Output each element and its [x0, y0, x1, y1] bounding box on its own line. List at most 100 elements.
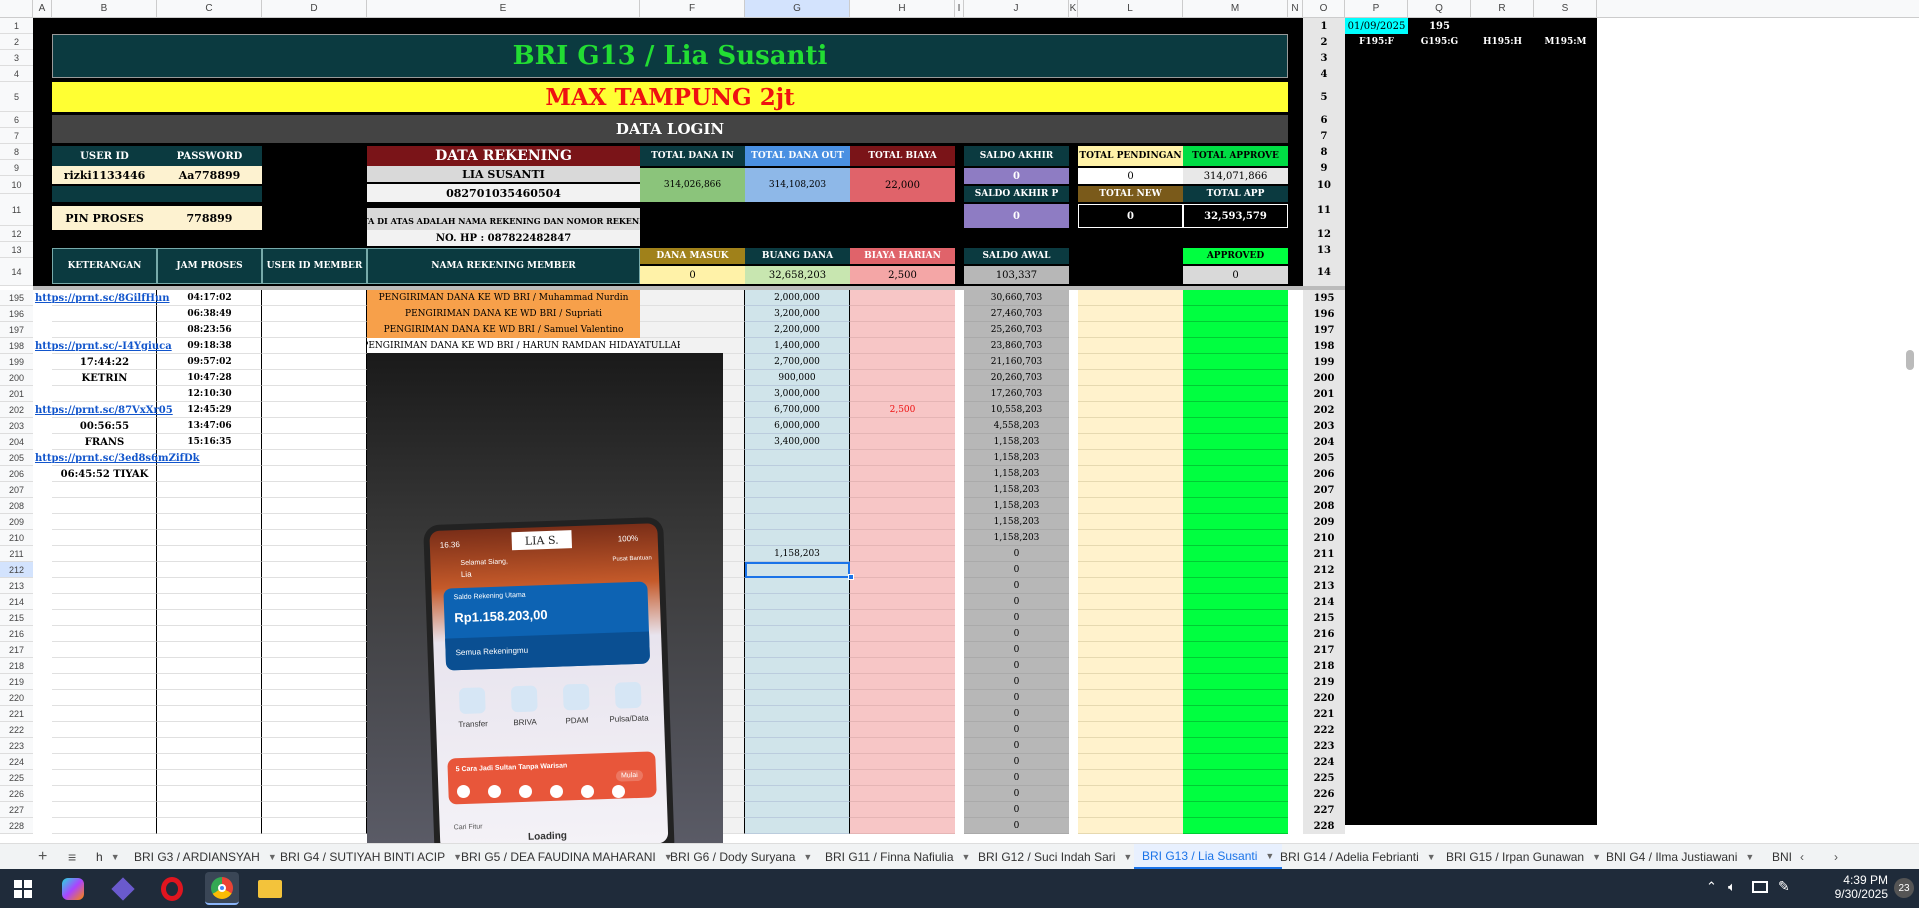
nama-rekening-cell[interactable]: PENGIRIMAN DANA KE WD BRI / Muhammad Nur…	[367, 290, 640, 306]
cell[interactable]	[262, 562, 367, 578]
biaya-harian-cell[interactable]	[850, 354, 955, 370]
saldo-cell[interactable]: 0	[964, 610, 1069, 626]
approve-cell[interactable]	[1183, 290, 1288, 306]
column-header-P[interactable]: P	[1345, 0, 1408, 18]
rekening-name[interactable]: LIA SUSANTI	[367, 166, 640, 182]
cell[interactable]	[262, 738, 367, 754]
pending-cell[interactable]	[1078, 642, 1183, 658]
row-header[interactable]: 228	[0, 818, 33, 834]
row-header[interactable]: 14	[0, 258, 33, 286]
saldo-cell[interactable]: 0	[964, 546, 1069, 562]
notification-badge[interactable]: 23	[1894, 878, 1914, 898]
column-header-J[interactable]: J	[964, 0, 1069, 18]
network-icon[interactable]	[1752, 881, 1768, 893]
approve-cell[interactable]	[1183, 738, 1288, 754]
saldo-cell[interactable]: 1,158,203	[964, 530, 1069, 546]
biaya-harian-cell[interactable]	[850, 738, 955, 754]
blank[interactable]	[157, 186, 262, 202]
biaya-harian-cell[interactable]	[850, 530, 955, 546]
row-header[interactable]: 213	[0, 578, 33, 594]
approve-cell[interactable]	[1183, 802, 1288, 818]
buang-dana-cell[interactable]	[745, 482, 850, 498]
jam-proses-cell[interactable]	[157, 818, 262, 834]
jam-proses-cell[interactable]	[157, 482, 262, 498]
keterangan-cell[interactable]	[52, 322, 157, 338]
saldo-awal-label[interactable]: SALDO AWAL	[964, 248, 1069, 264]
jam-proses-cell[interactable]	[157, 690, 262, 706]
buang-dana-cell[interactable]	[745, 514, 850, 530]
saldo-cell[interactable]: 0	[964, 706, 1069, 722]
pending-cell[interactable]	[1078, 738, 1183, 754]
keterangan-cell[interactable]	[52, 482, 157, 498]
row-header[interactable]: 214	[0, 594, 33, 610]
jam-proses-cell[interactable]	[157, 546, 262, 562]
pending-cell[interactable]	[1078, 658, 1183, 674]
approve-cell[interactable]	[1183, 498, 1288, 514]
nama-rekening-header[interactable]: NAMA REKENING MEMBER	[367, 248, 640, 284]
approve-cell[interactable]	[1183, 818, 1288, 834]
sheet-tab[interactable]: BNI	[1772, 844, 1792, 870]
sheet-tab-label[interactable]: BRI G11 / Finna Nafiulia	[825, 850, 954, 864]
buang-dana-cell[interactable]	[745, 770, 850, 786]
buang-dana-cell[interactable]	[745, 754, 850, 770]
saldo-cell[interactable]: 0	[964, 626, 1069, 642]
row-header[interactable]: 225	[0, 770, 33, 786]
jam-proses-cell[interactable]: 08:23:56	[157, 322, 262, 338]
approve-cell[interactable]	[1183, 354, 1288, 370]
pending-cell[interactable]	[1078, 802, 1183, 818]
pending-cell[interactable]	[1078, 370, 1183, 386]
row-header[interactable]: 222	[0, 722, 33, 738]
cell[interactable]	[262, 658, 367, 674]
pending-cell[interactable]	[1078, 706, 1183, 722]
sheet-tab[interactable]: BRI G4 / SUTIYAH BINTI ACIP ▼	[280, 844, 462, 870]
speaker-icon[interactable]: 🔈︎	[1728, 879, 1736, 895]
keterangan-cell[interactable]: 00:56:55	[52, 418, 157, 434]
jam-proses-cell[interactable]: 09:57:02	[157, 354, 262, 370]
sheet-tab-label[interactable]: BRI G13 / Lia Susanti	[1142, 849, 1257, 863]
keterangan-cell[interactable]: 17:44:22	[52, 354, 157, 370]
approve-cell[interactable]	[1183, 482, 1288, 498]
approve-cell[interactable]	[1183, 706, 1288, 722]
nama-rekening-cell[interactable]: PENGIRIMAN DANA KE WD BRI / Samuel Valen…	[367, 322, 640, 338]
row-header[interactable]: 3	[0, 50, 33, 66]
pending-cell[interactable]	[1078, 722, 1183, 738]
saldo-akhir-p-value[interactable]: 0	[964, 204, 1069, 228]
chevron-down-icon[interactable]: ▼	[1592, 852, 1601, 862]
buang-dana-cell[interactable]: 1,158,203	[745, 546, 850, 562]
row-header[interactable]: 6	[0, 112, 33, 128]
nama-rekening-cell[interactable]: PENGIRIMAN DANA KE WD BRI / Supriati	[367, 306, 640, 322]
pin-label[interactable]: PIN PROSES	[52, 206, 157, 230]
saldo-akhir-value[interactable]: 0	[964, 168, 1069, 184]
biaya-harian-cell[interactable]	[850, 770, 955, 786]
chevron-down-icon[interactable]: ▼	[268, 852, 277, 862]
cell[interactable]	[262, 802, 367, 818]
pending-cell[interactable]	[1078, 322, 1183, 338]
row-header[interactable]: 218	[0, 658, 33, 674]
biaya-harian-cell[interactable]	[850, 642, 955, 658]
jam-proses-cell[interactable]	[157, 706, 262, 722]
jam-proses-cell[interactable]	[157, 594, 262, 610]
approve-cell[interactable]	[1183, 386, 1288, 402]
approve-cell[interactable]	[1183, 322, 1288, 338]
cell[interactable]	[262, 722, 367, 738]
jam-proses-cell[interactable]	[157, 754, 262, 770]
keterangan-cell[interactable]	[52, 386, 157, 402]
total-new-label[interactable]: TOTAL NEW	[1078, 186, 1183, 202]
cell[interactable]	[262, 530, 367, 546]
saldo-cell[interactable]: 0	[964, 578, 1069, 594]
approve-cell[interactable]	[1183, 562, 1288, 578]
cell[interactable]	[262, 546, 367, 562]
column-header-F[interactable]: F	[640, 0, 745, 18]
row-header[interactable]: 211	[0, 546, 33, 562]
sheet-tab[interactable]: BRI G13 / Lia Susanti ▼	[1134, 844, 1283, 870]
saldo-cell[interactable]: 23,860,703	[964, 338, 1069, 354]
app-icon[interactable]	[111, 877, 135, 901]
side-range-m[interactable]: M195:M	[1534, 34, 1597, 50]
biaya-harian-cell[interactable]	[850, 386, 955, 402]
cell[interactable]	[262, 642, 367, 658]
keterangan-cell[interactable]: 06:45:52 TIYAK	[52, 466, 157, 482]
jam-proses-cell[interactable]	[157, 738, 262, 754]
jam-proses-cell[interactable]: 12:45:29	[157, 402, 262, 418]
total-new-value[interactable]: 0	[1078, 204, 1183, 228]
row-header[interactable]: 204	[0, 434, 33, 450]
